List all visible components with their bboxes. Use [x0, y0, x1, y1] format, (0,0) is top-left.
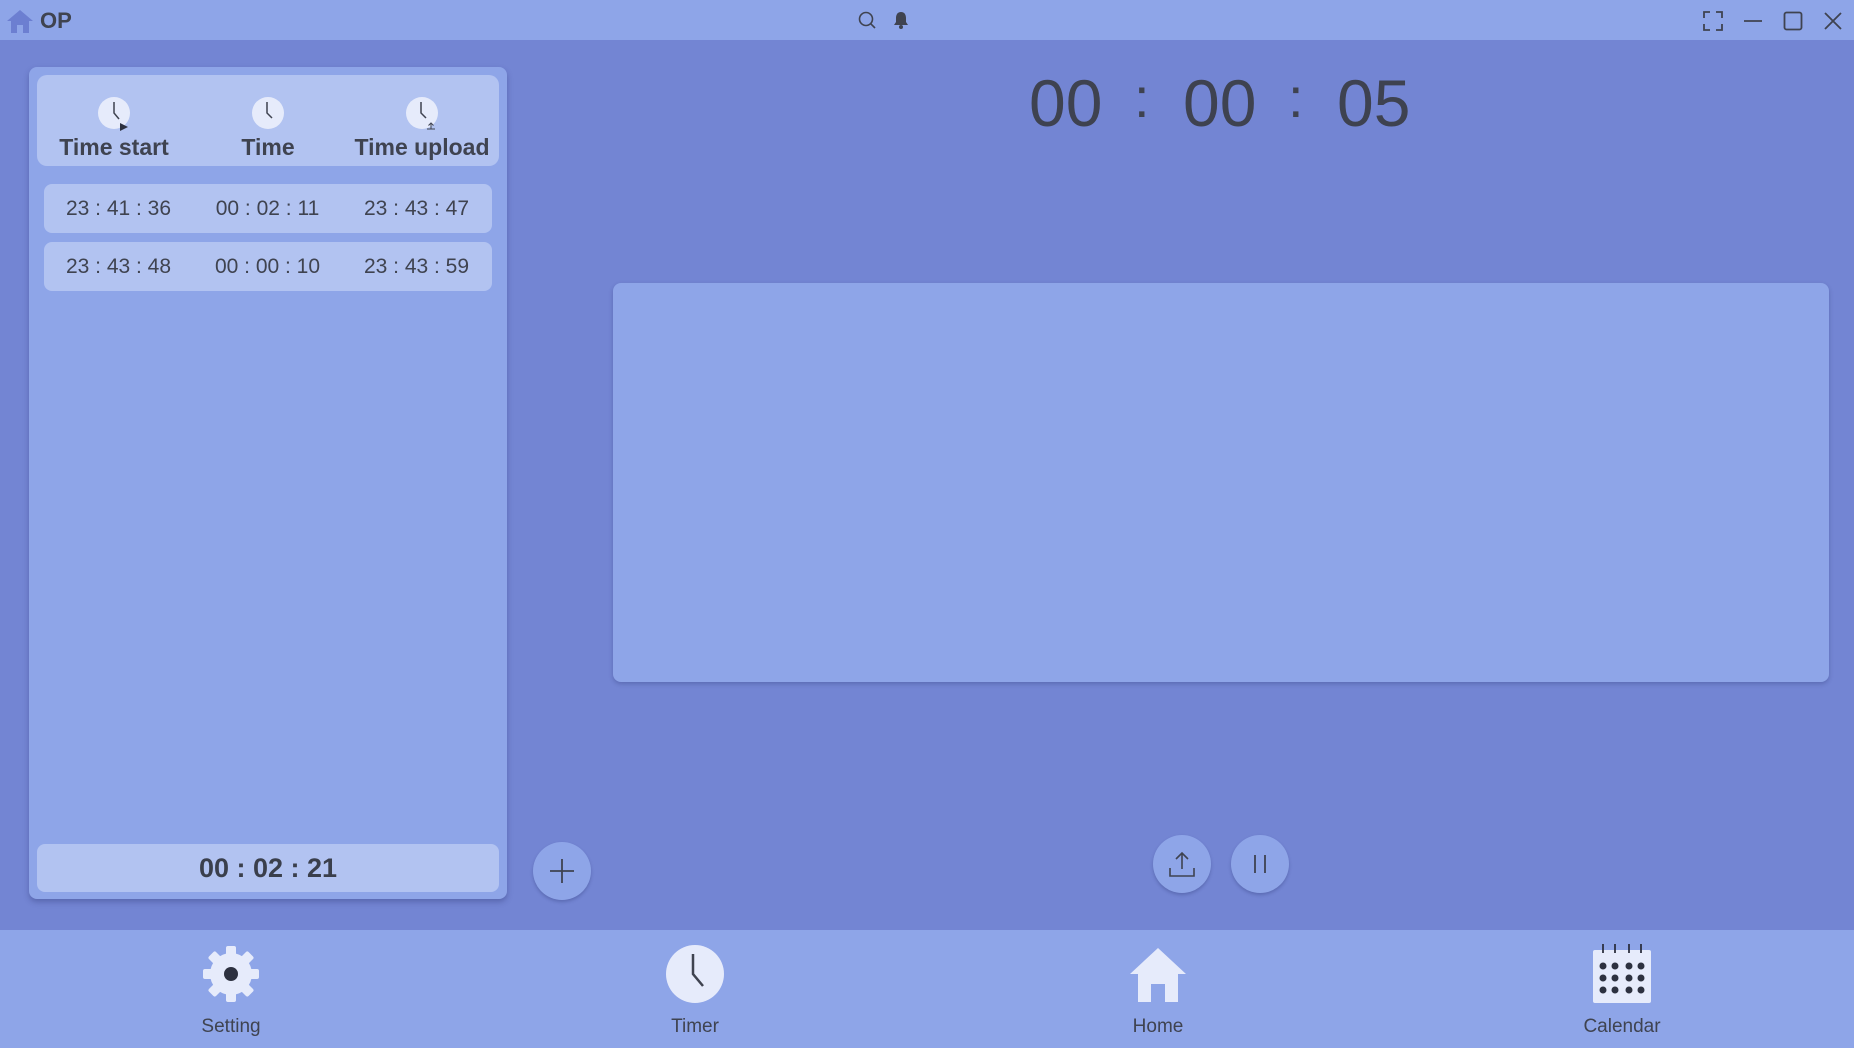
time-start-value: 23 : 41 : 36: [65, 197, 172, 220]
time-log-header: Time start Time Time upload: [37, 75, 499, 166]
gear-icon: [203, 946, 259, 1002]
title-bar: OP: [0, 0, 1854, 40]
upload-button[interactable]: [1153, 835, 1211, 893]
nav-label: Timer: [671, 1016, 719, 1037]
fullscreen-icon[interactable]: [1702, 10, 1724, 32]
timer-seconds: 05: [1337, 66, 1411, 140]
column-label: Time start: [59, 134, 169, 160]
time-start-value: 23 : 43 : 48: [65, 255, 172, 278]
column-time-start: Time start: [37, 75, 191, 166]
bottom-navigation: Setting Timer Home Calendar: [0, 930, 1854, 1048]
pause-icon: [1254, 855, 1266, 873]
upload-icon: [1169, 851, 1195, 877]
bell-icon[interactable]: [891, 10, 911, 30]
time-log-panel: Time start Time Time upload 23 : 41 : 36…: [29, 67, 507, 899]
close-icon[interactable]: [1822, 10, 1844, 32]
total-time: 00 : 02 : 21: [37, 844, 499, 892]
timer-minutes: 00: [1183, 66, 1257, 140]
clock-icon: [666, 945, 724, 1003]
main-content-card: [613, 283, 1829, 682]
column-label: Time: [241, 134, 295, 160]
timer-separator: :: [1288, 66, 1304, 129]
clock-icon: [252, 97, 284, 129]
nav-home[interactable]: Home: [1088, 930, 1228, 1048]
column-label: Time upload: [354, 134, 490, 160]
minimize-icon[interactable]: [1742, 10, 1764, 32]
nav-label: Setting: [201, 1016, 261, 1037]
search-icon[interactable]: [857, 10, 877, 30]
plus-icon: [550, 859, 574, 883]
clock-upload-icon: [406, 97, 438, 130]
clock-play-icon: [98, 97, 130, 131]
app-title: OP: [40, 8, 72, 33]
column-time: Time: [191, 75, 345, 166]
home-icon[interactable]: [6, 8, 34, 34]
maximize-icon[interactable]: [1782, 10, 1804, 32]
nav-label: Calendar: [1583, 1016, 1661, 1037]
time-value: 00 : 02 : 11: [215, 197, 320, 220]
timer-hours: 00: [1029, 66, 1103, 140]
nav-timer[interactable]: Timer: [625, 930, 765, 1048]
column-time-upload: Time upload: [345, 75, 499, 166]
nav-setting[interactable]: Setting: [161, 930, 301, 1048]
time-log-row[interactable]: 23 : 41 : 36 00 : 02 : 11 23 : 43 : 47: [44, 184, 492, 233]
time-value: 00 : 00 : 10: [214, 255, 321, 278]
time-upload-value: 23 : 43 : 59: [363, 255, 470, 278]
time-log-row[interactable]: 23 : 43 : 48 00 : 00 : 10 23 : 43 : 59: [44, 242, 492, 291]
nav-calendar[interactable]: Calendar: [1552, 930, 1692, 1048]
calendar-icon: [1593, 944, 1651, 1003]
time-upload-value: 23 : 43 : 47: [363, 197, 470, 220]
nav-label: Home: [1132, 1016, 1184, 1037]
timer-separator: :: [1134, 66, 1150, 129]
home-icon: [1130, 948, 1186, 1002]
pause-button[interactable]: [1231, 835, 1289, 893]
add-button[interactable]: [533, 842, 591, 900]
